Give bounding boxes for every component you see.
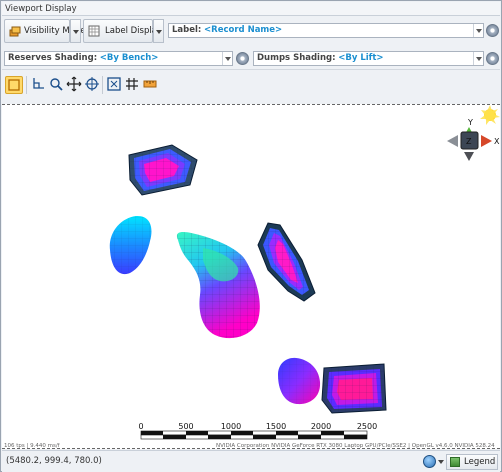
window-title: Viewport Display — [2, 2, 500, 16]
pan-icon[interactable] — [65, 76, 83, 94]
pit-bottom-right[interactable] — [321, 363, 387, 414]
visibility-mode-button[interactable]: Visibility Mode — [4, 19, 85, 43]
fps-overlay: 106 tps | 9.440 ms/f — [4, 443, 60, 449]
ruler-icon[interactable] — [141, 76, 159, 94]
gear-icon[interactable] — [486, 52, 499, 65]
globe-icon[interactable] — [423, 455, 436, 468]
view-compass[interactable]: Y Z X — [447, 105, 500, 161]
gear-icon[interactable] — [486, 24, 499, 37]
scale-tick-2000: 2000 — [311, 422, 331, 431]
axes-icon[interactable] — [29, 76, 47, 94]
scale-tick-1500: 1500 — [266, 422, 286, 431]
select-icon[interactable] — [5, 76, 23, 94]
cursor-coordinates: (5480.2, 999.4, 780.0) — [6, 456, 102, 466]
viewport-canvas[interactable]: Y Z X 0 500 1000 1500 2000 2500 — [2, 105, 500, 449]
rotate-icon[interactable] — [83, 76, 101, 94]
arrow-right-icon[interactable] — [481, 135, 492, 147]
dumps-shading-name: Dumps Shading: — [257, 53, 336, 63]
pit-top-left[interactable] — [128, 144, 198, 196]
toolbar-separator — [102, 76, 103, 94]
scale-tick-2500: 2500 — [357, 422, 377, 431]
label-field-name: Label: — [172, 25, 202, 35]
gear-icon[interactable] — [236, 52, 249, 65]
chevron-down-icon[interactable] — [222, 52, 232, 65]
chevron-down-icon[interactable] — [473, 24, 483, 37]
zoom-icon[interactable] — [47, 76, 65, 94]
arrow-down-icon[interactable] — [464, 152, 474, 161]
sun-rays — [480, 105, 500, 125]
label-field-value: <Record Name> — [204, 25, 283, 35]
reserves-shading-value: <By Bench> — [99, 53, 159, 63]
compass-y-label: Y — [467, 118, 473, 127]
arrow-left-icon[interactable] — [447, 135, 458, 147]
scale-tick-1000: 1000 — [221, 422, 241, 431]
label-display-button[interactable]: Label Display — [83, 19, 162, 43]
visibility-mode-dropdown[interactable] — [70, 19, 81, 43]
dumps-shading-field[interactable]: Dumps Shading: <By Lift> — [253, 51, 484, 66]
dump-bottom-right[interactable] — [278, 357, 321, 405]
pit-right[interactable] — [257, 222, 316, 302]
viewport-display-window: Viewport Display Visibility Mode Label D… — [0, 0, 502, 472]
status-bar: (5480.2, 999.4, 780.0) Legend — [2, 450, 500, 472]
compass-z-label: Z — [466, 137, 472, 146]
compass-x-label: X — [494, 137, 500, 146]
chevron-down-icon[interactable] — [438, 460, 444, 464]
label-display-dropdown[interactable] — [153, 19, 164, 43]
scale-tick-0: 0 — [138, 422, 143, 431]
label-field[interactable]: Label: <Record Name> — [168, 23, 484, 38]
legend-label: Legend — [464, 457, 496, 467]
reserves-shading-field[interactable]: Reserves Shading: <By Bench> — [4, 51, 233, 66]
dumps-shading-value: <By Lift> — [338, 53, 384, 63]
legend-icon — [450, 457, 460, 467]
reserves-shading-name: Reserves Shading: — [8, 53, 98, 63]
layers-icon — [9, 26, 21, 37]
renderer-overlay: NVIDIA Corporation NVIDIA GeForce RTX 30… — [216, 443, 495, 449]
toolbar-separator — [26, 76, 27, 94]
scale-tick-500: 500 — [178, 422, 193, 431]
viewport-toolbar — [2, 69, 500, 101]
legend-button[interactable]: Legend — [446, 454, 498, 470]
fit-icon[interactable] — [105, 76, 123, 94]
pit-center[interactable] — [176, 231, 260, 339]
chevron-down-icon[interactable] — [473, 52, 483, 65]
3d-viewport[interactable]: Y Z X 0 500 1000 1500 2000 2500 106 tps … — [2, 104, 500, 449]
grid-icon[interactable] — [123, 76, 141, 94]
table-icon — [88, 25, 100, 37]
dump-left[interactable] — [109, 215, 152, 275]
scale-bar: 0 500 1000 1500 2000 2500 — [138, 422, 377, 440]
